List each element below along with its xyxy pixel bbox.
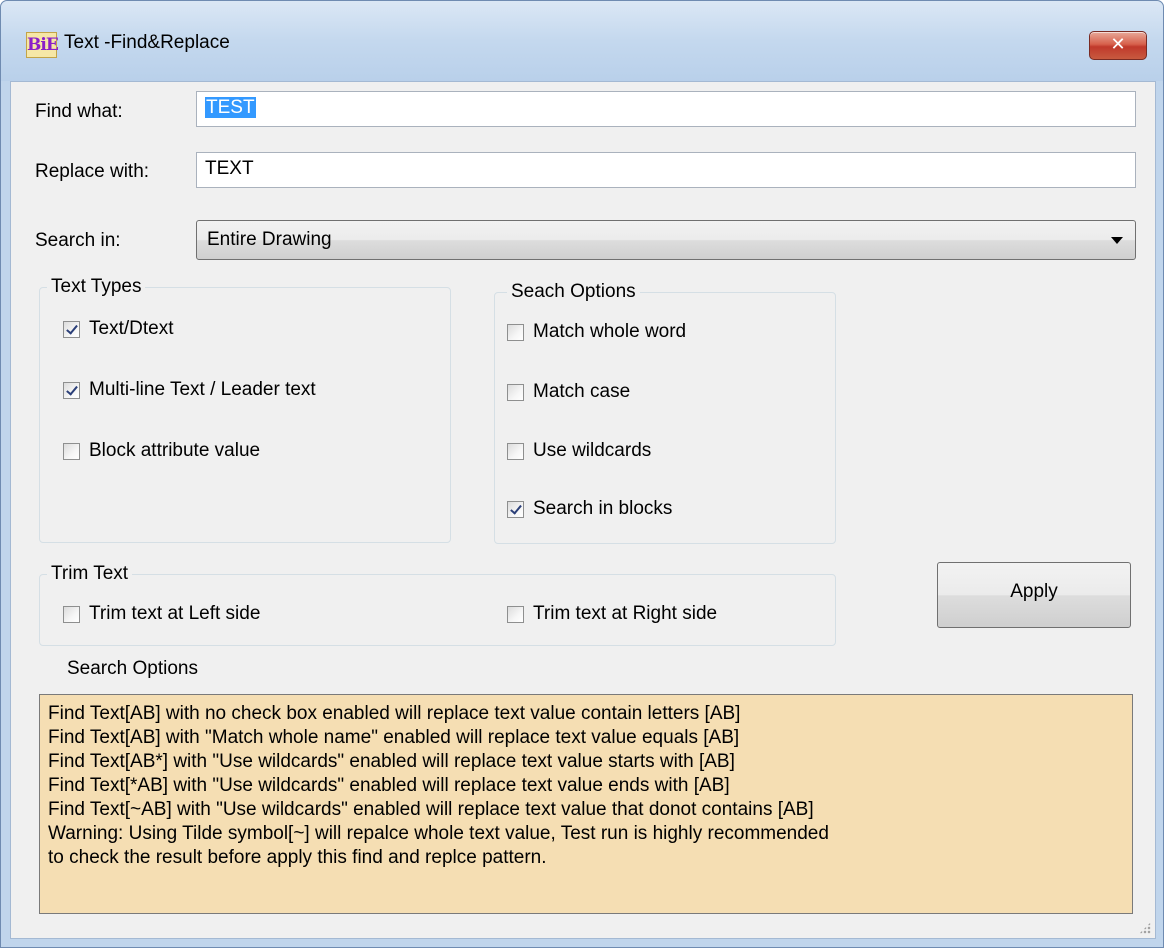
checkbox-match-case[interactable]: Match case — [507, 381, 630, 403]
checkbox-match-whole-word[interactable]: Match whole word — [507, 321, 686, 343]
help-line: Find Text[*AB] with "Use wildcards" enab… — [48, 775, 730, 796]
trim-text-title: Trim Text — [47, 563, 133, 585]
resize-grip-icon[interactable] — [1139, 922, 1151, 934]
checkbox-trim-left[interactable]: Trim text at Left side — [63, 603, 260, 625]
chevron-down-icon — [1111, 237, 1123, 244]
replace-with-input[interactable]: TEXT — [196, 152, 1136, 188]
replace-with-label: Replace with: — [35, 161, 150, 182]
checkbox-use-wildcards[interactable]: Use wildcards — [507, 440, 651, 462]
checkbox-block-attribute[interactable]: Block attribute value — [63, 440, 260, 462]
checkbox-label: Search in blocks — [533, 498, 673, 519]
checkbox-text-dtext[interactable]: Text/Dtext — [63, 318, 173, 340]
close-button[interactable]: ✕ — [1089, 31, 1147, 60]
checkbox-label: Trim text at Left side — [89, 603, 261, 624]
checkbox-label: Block attribute value — [89, 440, 261, 461]
find-what-value: TEST — [205, 97, 256, 118]
find-replace-window: BiE Text -Find&Replace ✕ Find what: TEST… — [0, 0, 1164, 948]
search-options-title: Seach Options — [507, 281, 640, 303]
checkbox-label: Match case — [533, 381, 631, 402]
help-line: to check the result before apply this fi… — [48, 847, 547, 868]
help-line: Find Text[AB*] with "Use wildcards" enab… — [48, 751, 735, 772]
checkbox-label: Text/Dtext — [89, 318, 174, 339]
title-bar[interactable]: BiE Text -Find&Replace ✕ — [1, 1, 1163, 81]
help-line: Find Text[~AB] with "Use wildcards" enab… — [48, 799, 814, 820]
checkbox-box[interactable] — [507, 383, 524, 401]
find-what-label: Find what: — [35, 101, 123, 122]
checkbox-label: Trim text at Right side — [533, 603, 718, 624]
search-in-dropdown[interactable]: Entire Drawing — [196, 220, 1136, 260]
help-line: Warning: Using Tilde symbol[~] will repa… — [48, 823, 829, 844]
checkbox-label: Use wildcards — [533, 440, 652, 461]
checkbox-multiline-text[interactable]: Multi-line Text / Leader text — [63, 379, 316, 401]
checkbox-box[interactable] — [507, 500, 524, 518]
help-line: Find Text[AB] with no check box enabled … — [48, 703, 741, 724]
info-title: Search Options — [67, 658, 198, 679]
search-options-help-text: Find Text[AB] with no check box enabled … — [39, 694, 1133, 914]
checkbox-box[interactable] — [507, 323, 524, 341]
checkbox-box[interactable] — [63, 605, 80, 623]
help-line: Find Text[AB] with "Match whole name" en… — [48, 727, 740, 748]
checkbox-label: Multi-line Text / Leader text — [89, 379, 316, 400]
checkbox-box[interactable] — [507, 605, 524, 623]
replace-with-value: TEXT — [205, 158, 254, 179]
checkbox-box[interactable] — [63, 320, 80, 338]
checkbox-search-in-blocks[interactable]: Search in blocks — [507, 498, 672, 520]
search-in-label: Search in: — [35, 230, 121, 251]
dialog-body: Find what: TEST Replace with: TEXT Searc… — [10, 81, 1156, 939]
checkbox-box[interactable] — [507, 442, 524, 460]
checkbox-label: Match whole word — [533, 321, 687, 342]
apply-button[interactable]: Apply — [937, 562, 1131, 628]
window-title: Text -Find&Replace — [64, 32, 230, 53]
app-icon: BiE — [26, 32, 59, 58]
checkbox-box[interactable] — [63, 381, 80, 399]
search-in-selected: Entire Drawing — [207, 229, 332, 250]
checkbox-trim-right[interactable]: Trim text at Right side — [507, 603, 717, 625]
close-icon: ✕ — [1110, 34, 1126, 55]
find-what-input[interactable]: TEST — [196, 91, 1136, 127]
text-types-title: Text Types — [47, 276, 146, 298]
checkbox-box[interactable] — [63, 442, 80, 460]
